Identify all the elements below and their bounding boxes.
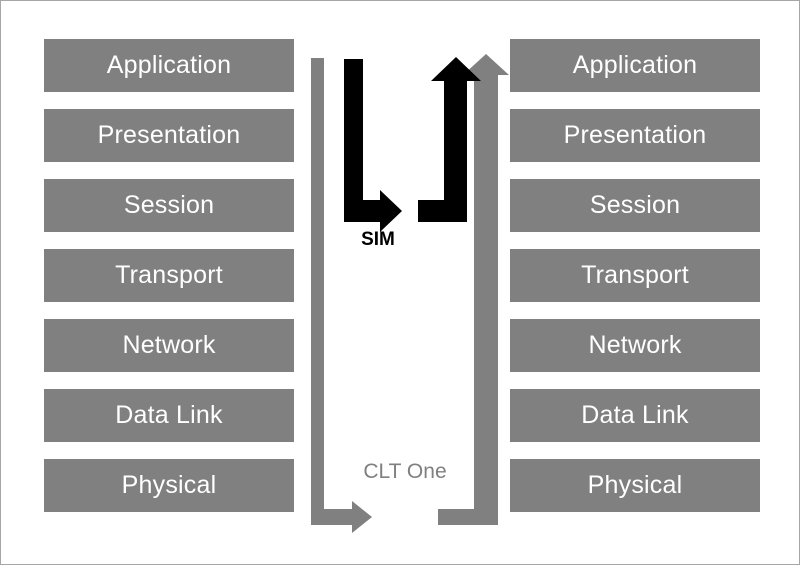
layer-box-physical[interactable]: Physical bbox=[510, 459, 760, 512]
sim-label: SIM bbox=[361, 229, 395, 250]
layer-box-application[interactable]: Application bbox=[44, 39, 294, 92]
diagram-canvas: Application Presentation Session Transpo… bbox=[0, 0, 800, 565]
right-osi-stack: Application Presentation Session Transpo… bbox=[510, 39, 760, 529]
layer-box-session[interactable]: Session bbox=[510, 179, 760, 232]
layer-box-network[interactable]: Network bbox=[44, 319, 294, 372]
layer-box-presentation[interactable]: Presentation bbox=[510, 109, 760, 162]
clt-one-label: CLT One bbox=[363, 460, 447, 483]
layer-box-physical[interactable]: Physical bbox=[44, 459, 294, 512]
left-osi-stack: Application Presentation Session Transpo… bbox=[44, 39, 294, 529]
layer-box-network[interactable]: Network bbox=[510, 319, 760, 372]
layer-box-transport[interactable]: Transport bbox=[510, 249, 760, 302]
layer-box-transport[interactable]: Transport bbox=[44, 249, 294, 302]
layer-box-data-link[interactable]: Data Link bbox=[44, 389, 294, 442]
layer-box-application[interactable]: Application bbox=[510, 39, 760, 92]
clt-one-uplink-arrow bbox=[438, 54, 509, 525]
layer-box-data-link[interactable]: Data Link bbox=[510, 389, 760, 442]
sim-downlink-arrow bbox=[344, 59, 402, 232]
layer-box-presentation[interactable]: Presentation bbox=[44, 109, 294, 162]
sim-uplink-arrow bbox=[418, 57, 481, 222]
layer-box-session[interactable]: Session bbox=[44, 179, 294, 232]
